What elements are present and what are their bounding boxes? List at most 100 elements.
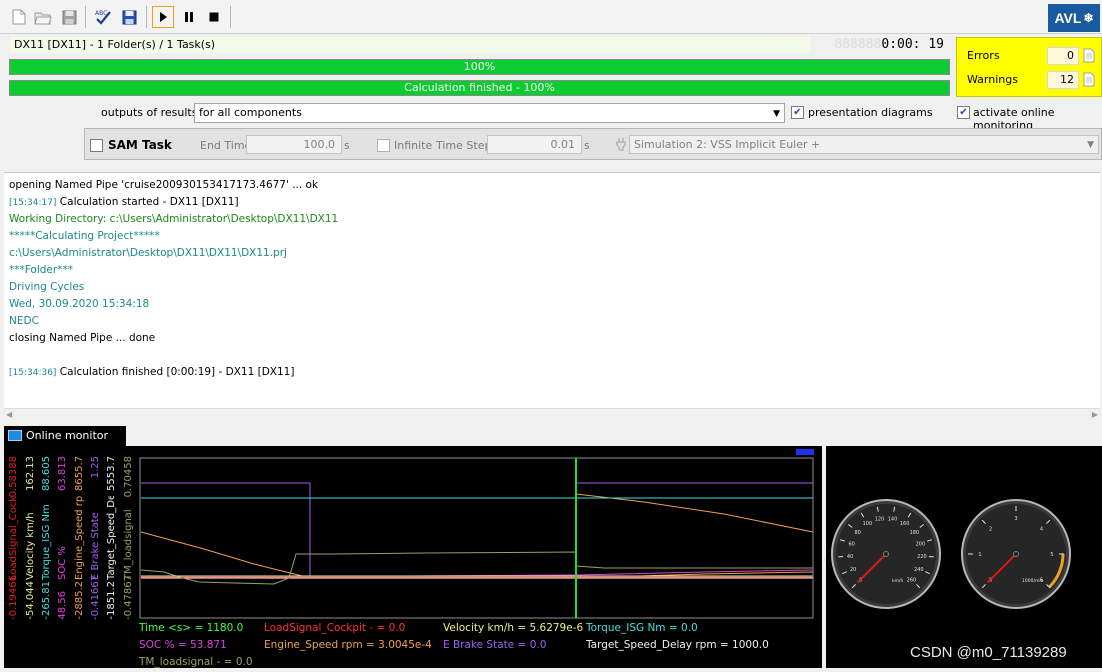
plug-icon — [616, 137, 626, 154]
errors-count: 0 — [1047, 47, 1079, 65]
project-status-line: DX11 [DX11] - 1 Folder(s) / 1 Task(s) — [10, 37, 810, 53]
infinite-checkbox[interactable] — [377, 139, 390, 152]
log-line: opening Named Pipe 'cruise20093015341717… — [9, 177, 1095, 194]
log-text: Calculation finished [0:00:19] - DX11 [D… — [59, 366, 295, 378]
scroll-right-icon[interactable]: ▶ — [1092, 410, 1098, 419]
spellcheck-icon[interactable]: ABC — [93, 6, 115, 28]
progress-label: 100% — [463, 60, 496, 73]
toolbar-separator — [146, 6, 147, 28]
log-line: Wed, 30.09.2020 15:34:18 — [9, 296, 1095, 313]
gauge-tick-label: 1 — [978, 552, 981, 558]
presentation-diagrams-checkbox[interactable]: ✔ — [791, 106, 804, 119]
online-monitoring-checkbox[interactable]: ✔ — [957, 106, 970, 119]
errors-document-icon[interactable] — [1083, 48, 1095, 63]
progress-bar: 100% — [9, 59, 950, 75]
toolbar: ABC AVL ❄ — [0, 0, 1102, 34]
end-time-input[interactable]: 100.0 — [246, 135, 342, 154]
log-line: ***Folder*** — [9, 262, 1095, 279]
monitor-icon — [8, 430, 22, 441]
chevron-down-icon: ▼ — [773, 109, 780, 119]
gauge-tick-label: 180 — [910, 530, 920, 536]
log-line: NEDC — [9, 313, 1095, 330]
value-readout: E Brake State = 0.0 — [443, 639, 547, 651]
gauge-tick-label: 200 — [916, 541, 926, 547]
simulation-select[interactable]: Simulation 2: VSS Implicit Euler + ▼ — [629, 135, 1099, 154]
log-line: Working Directory: c:\Users\Administrato… — [9, 211, 1095, 228]
play-icon[interactable] — [152, 6, 174, 28]
log-timestamp: [15:34:17] — [9, 198, 57, 208]
tachometer-gauge: 01234561000/min — [961, 499, 1071, 609]
calculation-progress-bar: Calculation finished - 100% — [9, 80, 950, 96]
log-line: [15:34:36] Calculation finished [0:00:19… — [9, 364, 1095, 381]
presentation-diagrams-label: presentation diagrams — [808, 106, 933, 119]
stop-icon[interactable] — [203, 6, 225, 28]
online-monitor-tab[interactable]: Online monitor [26] — [4, 426, 126, 462]
gauge-tick-label: 260 — [907, 577, 917, 583]
log-text: Wed, 30.09.2020 15:34:18 — [9, 298, 150, 310]
log-text: *****Calculating Project***** — [9, 230, 160, 242]
log-timestamp: [15:34:36] — [9, 368, 57, 378]
save-icon[interactable] — [58, 6, 80, 28]
log-text: closing Named Pipe ... done — [9, 332, 156, 344]
new-file-icon[interactable] — [8, 6, 30, 28]
gauge-tick-label: 20 — [850, 567, 856, 573]
log-text: Working Directory: c:\Users\Administrato… — [9, 213, 339, 225]
log-text: Calculation started - DX11 [DX11] — [59, 196, 239, 208]
gauge-tick-label: 140 — [888, 517, 898, 523]
scroll-left-icon[interactable]: ◀ — [6, 410, 12, 419]
gauge-tick-label: 60 — [848, 541, 854, 547]
log-line: c:\Users\Administrator\Desktop\DX11\DX11… — [9, 245, 1095, 262]
gauge-panel: 020406080100120140160180200220240260km/h… — [826, 446, 1102, 668]
end-time-label: End Time — [200, 139, 252, 152]
log-line: *****Calculating Project***** — [9, 228, 1095, 245]
time-step-label: Time Step — [436, 139, 492, 152]
chevron-down-icon: ▼ — [1087, 140, 1094, 150]
log-line: [15:34:17] Calculation started - DX11 [D… — [9, 194, 1095, 211]
save-blue-icon[interactable] — [118, 6, 140, 28]
gauge-unit: 1000/min — [1022, 578, 1044, 584]
gauge-tick-label: 240 — [914, 567, 924, 573]
value-readout: Velocity km/h = 5.6279e-6 — [443, 622, 584, 634]
online-monitor-plot — [139, 449, 814, 619]
end-time-unit: s — [344, 139, 350, 152]
watermark: CSDN @m0_71139289 — [910, 644, 1067, 661]
value-readout: TM_loadsignal - = 0.0 — [139, 656, 253, 668]
open-folder-icon[interactable] — [32, 6, 54, 28]
gauge-unit: km/h — [892, 578, 904, 584]
value-readout: Torque_ISG Nm = 0.0 — [586, 622, 698, 634]
gauge-tick-label: 2 — [989, 527, 992, 533]
speedometer-gauge: 020406080100120140160180200220240260km/h — [831, 499, 941, 609]
log-text: ***Folder*** — [9, 264, 73, 276]
value-readout: SOC % = 53.871 — [139, 639, 227, 651]
outputs-select[interactable]: for all components ▼ — [194, 103, 785, 123]
warnings-document-icon[interactable] — [1083, 72, 1095, 87]
gauge-hub — [1013, 551, 1019, 557]
snowflake-icon: ❄ — [1083, 11, 1094, 25]
infinite-label: Infinite — [394, 139, 433, 152]
gauge-tick-label: 80 — [854, 530, 860, 536]
value-readout: Engine_Speed rpm = 3.0045e-4 — [264, 639, 432, 651]
gauge-tick-label: 3 — [1014, 516, 1017, 522]
plot-indicator — [796, 449, 814, 455]
calculation-log: opening Named Pipe 'cruise20093015341717… — [4, 172, 1100, 408]
log-text: c:\Users\Administrator\Desktop\DX11\DX11… — [9, 247, 287, 259]
log-text: Driving Cycles — [9, 281, 85, 293]
timer-ghost-digits: 888888 — [834, 37, 882, 52]
sam-task-title: SAM Task — [108, 138, 172, 152]
warnings-label: Warnings — [967, 73, 1018, 86]
pause-icon[interactable] — [178, 6, 200, 28]
calc-status-label: Calculation finished - 100% — [404, 81, 555, 94]
log-horizontal-scrollbar[interactable]: ◀ ▶ — [4, 408, 1100, 422]
time-step-input[interactable]: 0.01 — [487, 135, 582, 154]
gauges: 020406080100120140160180200220240260km/h… — [831, 499, 1071, 609]
log-line: Driving Cycles — [9, 279, 1095, 296]
gauge-tick-label: 40 — [847, 554, 853, 560]
outputs-select-value: for all components — [199, 106, 302, 119]
toolbar-separator — [85, 6, 86, 28]
sam-task-checkbox[interactable] — [90, 139, 103, 152]
errors-label: Errors — [967, 49, 1000, 62]
gauge-hub — [883, 551, 889, 557]
simulation-select-value: Simulation 2: VSS Implicit Euler + — [634, 138, 821, 151]
log-text: opening Named Pipe 'cruise20093015341717… — [9, 179, 319, 191]
